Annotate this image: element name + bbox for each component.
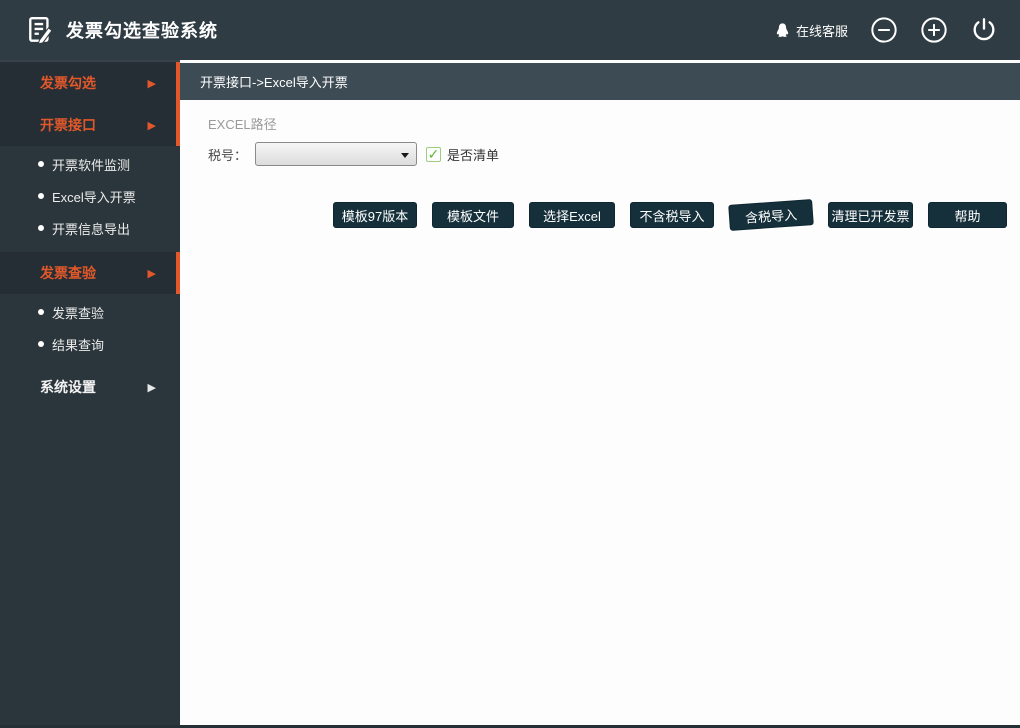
power-icon <box>973 18 995 41</box>
choose-excel-button[interactable]: 选择Excel <box>529 202 615 228</box>
circle-plus-icon <box>921 17 947 43</box>
app-title: 发票勾选查验系统 <box>66 21 218 41</box>
main-content: 开票接口->Excel导入开票 EXCEL路径 税号： ✓ 是否清单 模板97版… <box>180 60 1020 725</box>
breadcrumb-text: 开票接口->Excel导入开票 <box>200 75 348 90</box>
chevron-down-icon <box>401 153 409 158</box>
help-button[interactable]: 帮助 <box>928 202 1007 228</box>
sidebar: 发票勾选 ▶ 开票接口 ▶ 开票软件监测 Excel导入开票 开票信息导出 发票… <box>0 60 180 725</box>
action-button-row: 模板97版本 模板文件 选择Excel 不含税导入 含税导入 清理已开发票 帮助 <box>333 199 1020 231</box>
sidebar-subitem-label: 发票查验 <box>52 305 105 321</box>
sidebar-submenu-invoice-interface: 开票软件监测 Excel导入开票 开票信息导出 <box>0 146 180 248</box>
sidebar-subitem-label: 结果查询 <box>52 337 105 353</box>
sidebar-item-invoice-info-export[interactable]: 开票信息导出 <box>0 212 180 244</box>
sidebar-item-invoice-interface[interactable]: 开票接口 ▶ <box>0 104 180 146</box>
chevron-right-icon: ▶ <box>147 381 156 394</box>
sidebar-item-invoice-verify-sub[interactable]: 发票查验 <box>0 296 180 328</box>
sidebar-subitem-label: Excel导入开票 <box>52 189 136 205</box>
sidebar-subitem-label: 开票信息导出 <box>52 221 131 237</box>
import-excl-tax-button[interactable]: 不含税导入 <box>630 202 714 228</box>
template-97-button[interactable]: 模板97版本 <box>333 202 417 228</box>
tax-number-row: 税号： ✓ 是否清单 <box>208 142 1020 166</box>
sidebar-item-invoice-select[interactable]: 发票勾选 ▶ <box>0 62 180 104</box>
clear-issued-invoices-button[interactable]: 清理已开发票 <box>828 202 913 228</box>
template-file-button[interactable]: 模板文件 <box>432 202 514 228</box>
chevron-right-icon: ▶ <box>147 77 156 90</box>
import-incl-tax-button[interactable]: 含税导入 <box>728 199 814 231</box>
circle-minus-icon <box>871 17 897 43</box>
sidebar-item-software-monitor[interactable]: 开票软件监测 <box>0 148 180 180</box>
check-mark-icon: ✓ <box>427 146 440 162</box>
chevron-right-icon: ▶ <box>147 267 156 280</box>
minimize-button[interactable] <box>870 16 898 44</box>
sidebar-item-label: 开票接口 <box>40 117 96 133</box>
sidebar-item-label: 系统设置 <box>40 379 96 395</box>
sidebar-item-label: 发票勾选 <box>40 75 96 91</box>
app-header: 发票勾选查验系统 在线客服 <box>0 0 1020 60</box>
tax-number-label: 税号： <box>208 147 248 163</box>
tax-number-select[interactable] <box>255 142 417 166</box>
sidebar-item-invoice-verify[interactable]: 发票查验 ▶ <box>0 252 180 294</box>
sidebar-item-excel-import[interactable]: Excel导入开票 <box>0 180 180 212</box>
qq-penguin-icon <box>776 22 789 37</box>
sidebar-item-result-query[interactable]: 结果查询 <box>0 328 180 360</box>
online-service-button[interactable]: 在线客服 <box>774 21 848 40</box>
online-service-label: 在线客服 <box>795 23 848 39</box>
sidebar-item-system-settings[interactable]: 系统设置 ▶ <box>0 366 180 408</box>
breadcrumb: 开票接口->Excel导入开票 <box>180 63 1020 100</box>
power-button[interactable] <box>970 16 998 44</box>
app-logo-document-edit-icon <box>26 15 56 45</box>
sidebar-submenu-invoice-verify: 发票查验 结果查询 <box>0 294 180 364</box>
excel-import-form: EXCEL路径 税号： ✓ 是否清单 模板97版本 模板文件 选择Excel 不… <box>180 114 1020 231</box>
is-list-checkbox[interactable]: ✓ <box>426 146 441 162</box>
is-list-label: 是否清单 <box>447 147 500 163</box>
header-actions: 在线客服 <box>774 16 998 44</box>
add-button[interactable] <box>920 16 948 44</box>
sidebar-subitem-label: 开票软件监测 <box>52 157 131 173</box>
chevron-right-icon: ▶ <box>147 119 156 132</box>
sidebar-item-label: 发票查验 <box>40 265 96 281</box>
excel-path-label: EXCEL路径 <box>208 117 277 132</box>
